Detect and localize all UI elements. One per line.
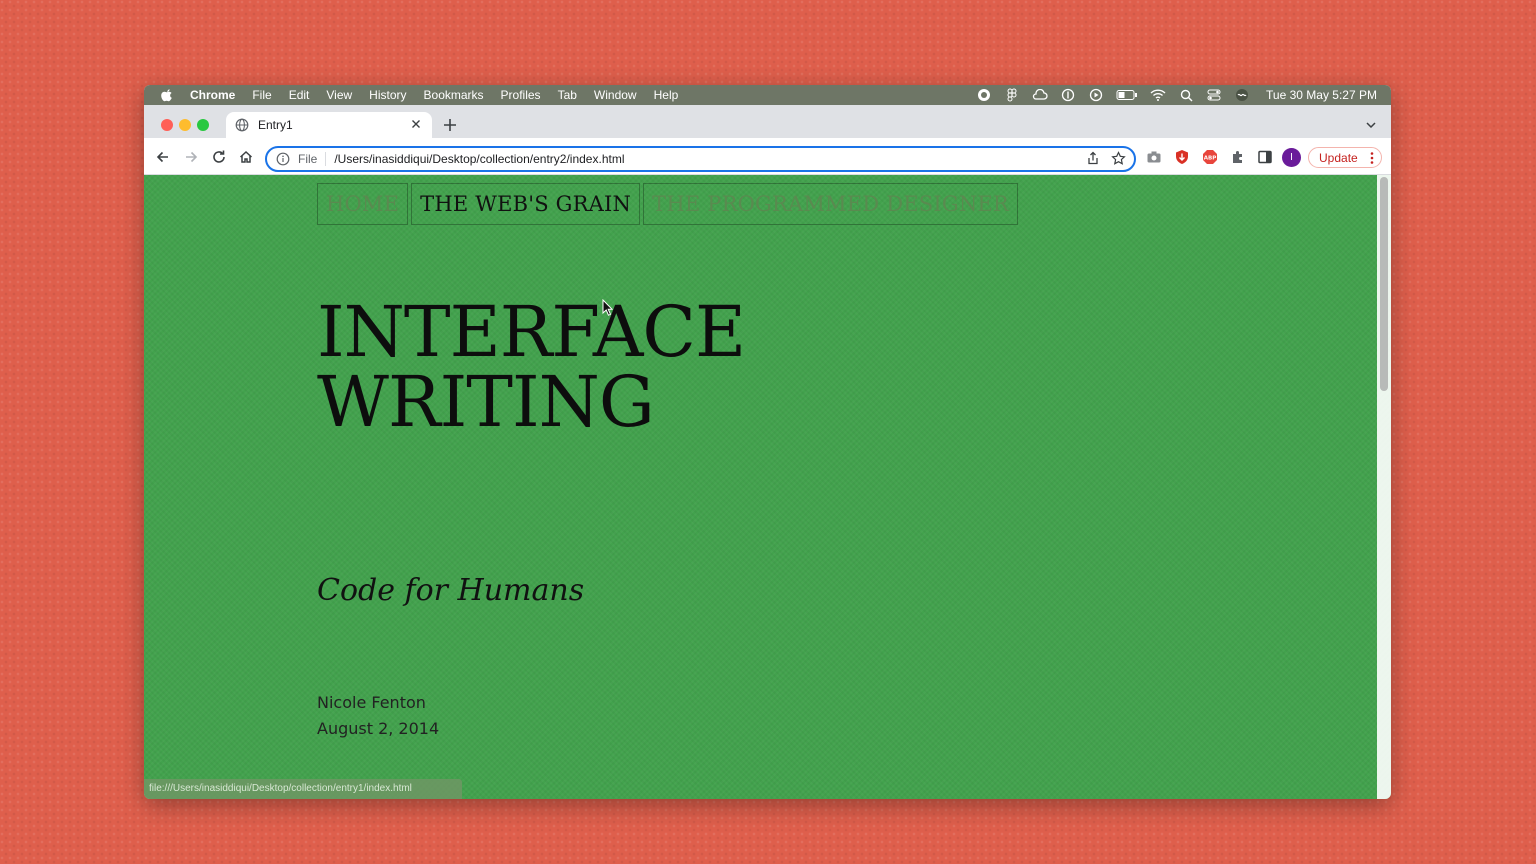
- wifi-icon[interactable]: [1150, 88, 1166, 102]
- close-icon[interactable]: [409, 117, 423, 131]
- menu-profiles[interactable]: Profiles: [501, 85, 541, 105]
- url-scheme-label: File: [298, 152, 327, 166]
- web-page: HOME THE WEB'S GRAIN THE PROGRAMMED DESI…: [144, 175, 1391, 799]
- nav-programmed-designer-link[interactable]: THE PROGRAMMED DESIGNER: [643, 183, 1018, 225]
- control-center-icon[interactable]: [1206, 88, 1222, 102]
- siri-icon[interactable]: [1234, 88, 1250, 102]
- menu-bar-clock[interactable]: Tue 30 May 5:27 PM: [1266, 88, 1377, 102]
- minimize-window-button[interactable]: [179, 119, 191, 131]
- back-arrow-icon[interactable]: [155, 149, 171, 165]
- figma-icon[interactable]: [1004, 88, 1020, 102]
- mouse-pointer-icon: [602, 299, 614, 316]
- svg-text:ABP: ABP: [1204, 156, 1216, 162]
- home-icon[interactable]: [238, 149, 254, 165]
- browser-window: Chrome File Edit View History Bookmarks …: [144, 85, 1391, 799]
- nav-webs-grain-link[interactable]: THE WEB'S GRAIN: [411, 183, 641, 225]
- close-window-button[interactable]: [161, 119, 173, 131]
- reload-icon[interactable]: [211, 149, 227, 165]
- spotlight-search-icon[interactable]: [1178, 88, 1194, 102]
- puzzle-extensions-icon[interactable]: [1230, 149, 1246, 165]
- scrollbar-thumb[interactable]: [1380, 177, 1388, 391]
- menu-window[interactable]: Window: [594, 85, 637, 105]
- forward-arrow-icon[interactable]: [183, 149, 199, 165]
- profile-avatar[interactable]: I: [1282, 148, 1301, 167]
- menu-edit[interactable]: Edit: [289, 85, 310, 105]
- more-vert-icon[interactable]: [1370, 151, 1374, 165]
- scrollbar-track[interactable]: [1377, 175, 1391, 799]
- menu-file[interactable]: File: [252, 85, 271, 105]
- menu-tab[interactable]: Tab: [558, 85, 577, 105]
- url-text[interactable]: /Users/inasiddiqui/Desktop/collection/en…: [334, 152, 624, 166]
- menu-bookmarks[interactable]: Bookmarks: [424, 85, 484, 105]
- page-subtitle: Code for Humans: [317, 573, 585, 608]
- menu-app-name[interactable]: Chrome: [190, 85, 235, 105]
- share-icon[interactable]: [1086, 151, 1100, 165]
- tab-title: Entry1: [258, 118, 293, 132]
- update-button[interactable]: Update: [1308, 147, 1382, 168]
- site-nav: HOME THE WEB'S GRAIN THE PROGRAMMED DESI…: [317, 183, 1021, 225]
- battery-icon[interactable]: [1116, 88, 1138, 102]
- menu-view[interactable]: View: [326, 85, 352, 105]
- globe-icon: [235, 118, 249, 132]
- creative-cloud-icon[interactable]: [1032, 88, 1048, 102]
- page-title-line-2: WRITING: [317, 361, 655, 443]
- menu-help[interactable]: Help: [654, 85, 679, 105]
- shield-extension-icon[interactable]: [1174, 149, 1190, 165]
- menu-history[interactable]: History: [369, 85, 406, 105]
- browser-toolbar: File /Users/inasiddiqui/Desktop/collecti…: [144, 138, 1391, 175]
- address-bar[interactable]: File /Users/inasiddiqui/Desktop/collecti…: [265, 146, 1136, 172]
- side-panel-icon[interactable]: [1257, 149, 1273, 165]
- tab-entry1[interactable]: Entry1: [226, 112, 432, 138]
- menu-bar-status-area: Tue 30 May 5:27 PM: [964, 85, 1377, 105]
- apple-icon[interactable]: [160, 88, 174, 102]
- adblock-plus-icon[interactable]: ABP: [1202, 149, 1218, 165]
- camera-icon[interactable]: [1146, 149, 1162, 165]
- site-info-icon[interactable]: [276, 152, 290, 166]
- zoom-window-button[interactable]: [197, 119, 209, 131]
- media-play-icon[interactable]: [1088, 88, 1104, 102]
- nav-home-link[interactable]: HOME: [317, 183, 409, 225]
- update-button-label: Update: [1319, 150, 1358, 165]
- chevron-down-icon[interactable]: [1365, 119, 1377, 131]
- page-title: INTERFACE WRITING: [317, 297, 746, 437]
- status-bar-url: file:///Users/inasiddiqui/Desktop/collec…: [144, 779, 462, 799]
- bookmark-star-icon[interactable]: [1111, 151, 1126, 166]
- article-date: August 2, 2014: [317, 719, 440, 738]
- menu-bar: Chrome File Edit View History Bookmarks …: [144, 85, 1391, 105]
- tab-strip: Entry1: [144, 105, 1391, 138]
- onepassword-icon[interactable]: [1060, 88, 1076, 102]
- screen-record-icon[interactable]: [976, 88, 992, 102]
- new-tab-icon[interactable]: [442, 117, 458, 133]
- article-author: Nicole Fenton: [317, 693, 426, 712]
